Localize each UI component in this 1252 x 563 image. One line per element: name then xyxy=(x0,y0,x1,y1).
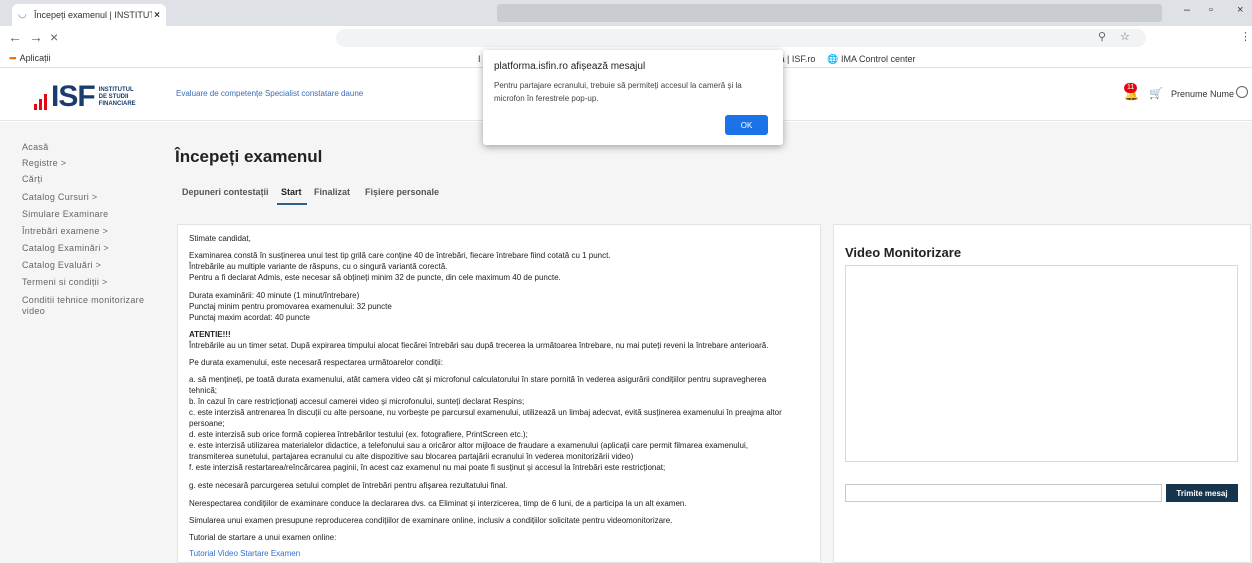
header-subtitle: Evaluare de competențe Specialist consta… xyxy=(176,89,364,98)
browser-tab[interactable]: ◡ Începeți examenul | INSTITUTUL × xyxy=(12,4,166,26)
back-arrow-icon[interactable]: ← xyxy=(8,29,22,45)
instructions-rule: a. să mențineți, pe toată durata examenu… xyxy=(189,375,767,384)
tab-depuneri-contestatii[interactable]: Depuneri contestații xyxy=(182,187,269,203)
instructions-text: Durata examinării: 40 minute (1 minut/în… xyxy=(189,291,360,300)
instructions-text: Pe durata examenului, este necesară resp… xyxy=(189,358,443,367)
logo-bars-icon xyxy=(34,94,49,110)
user-name[interactable]: Prenume Nume xyxy=(1171,89,1234,99)
sidebar-item-catalog-examinari[interactable]: Catalog Examinări > xyxy=(22,243,109,253)
instructions-text: Întrebările au multiple variante de răsp… xyxy=(189,262,448,271)
logo-institution-name: INSTITUTUL DE STUDII FINANCIARE xyxy=(98,87,136,107)
sidebar-item-conditii-tehnice[interactable]: Conditii tehnice monitorizare xyxy=(22,295,144,305)
instructions-rule: transmiterea sunetului, partajarea ecran… xyxy=(189,452,634,461)
instructions-rule: e. este interzisă utilizarea materialelo… xyxy=(189,441,748,450)
video-monitoring-title: Video Monitorizare xyxy=(845,245,962,260)
address-bar[interactable] xyxy=(336,29,1146,47)
send-message-button[interactable]: Trimite mesaj xyxy=(1166,484,1238,502)
tab-strip-blank xyxy=(497,4,1162,22)
sidebar-item-catalog-cursuri[interactable]: Catalog Cursuri > xyxy=(22,192,97,202)
browser-menu-icon[interactable]: ⋮ xyxy=(1240,30,1251,43)
instructions-text: Punctaj minim pentru promovarea examenul… xyxy=(189,302,392,311)
instructions-text: Examinarea constă în susținerea unui tes… xyxy=(189,251,611,260)
window-close-button[interactable]: × xyxy=(1237,4,1243,16)
bookmark-item[interactable]: I xyxy=(478,54,481,64)
stop-loading-icon[interactable]: × xyxy=(50,29,58,45)
isf-logo[interactable]: ISF INSTITUTUL DE STUDII FINANCIARE xyxy=(34,80,136,113)
tab-start[interactable]: Start xyxy=(281,187,302,203)
active-tab-indicator xyxy=(277,203,307,205)
tab-finalizat[interactable]: Finalizat xyxy=(314,187,350,203)
sidebar-item-catalog-evaluari[interactable]: Catalog Evaluări > xyxy=(22,260,101,270)
message-input[interactable] xyxy=(845,484,1162,502)
tab-fisiere-personale[interactable]: Fișiere personale xyxy=(365,187,439,203)
sidebar-item-simulare-examinare[interactable]: Simulare Examinare xyxy=(22,209,108,219)
sidebar-item-intrebari-examene[interactable]: Întrebări examene > xyxy=(22,226,108,236)
dialog-title: platforma.isfin.ro afișează mesajul xyxy=(494,61,646,72)
logo-text: ISF xyxy=(51,80,96,113)
cart-icon[interactable]: 🛒 xyxy=(1149,87,1163,100)
tab-title: Începeți examenul | INSTITUTUL xyxy=(34,10,153,20)
sidebar-item-registre[interactable]: Registre > xyxy=(22,158,66,168)
zoom-icon[interactable]: ⚲ xyxy=(1098,30,1106,43)
browser-toolbar: ← → × ⚲ ☆ ⋮ xyxy=(0,26,1252,50)
instructions-rule: f. este interzisă restartarea/reîncărcar… xyxy=(189,463,666,472)
site-favicon-icon: ◡ xyxy=(18,9,27,20)
instructions-rule: tehnică; xyxy=(189,386,218,395)
instructions-rule: b. în cazul în care restricționați acces… xyxy=(189,397,525,406)
instructions-text: Tutorial de startare a unui examen onlin… xyxy=(189,533,337,542)
user-account-icon[interactable] xyxy=(1236,86,1248,98)
notification-badge: 11 xyxy=(1124,83,1138,93)
browser-alert-dialog: platforma.isfin.ro afișează mesajul Pent… xyxy=(483,50,783,145)
instructions-rule: g. este necesară parcurgerea setului com… xyxy=(189,481,508,490)
sidebar-item-termeni-conditii[interactable]: Termeni si condiții > xyxy=(22,277,108,287)
sidebar-item-acasa[interactable]: Acasă xyxy=(22,142,49,152)
sidebar-item-conditii-tehnice-cont[interactable]: video xyxy=(22,306,45,316)
sidebar-item-carti[interactable]: Cărți xyxy=(22,174,43,184)
instructions-text: Întrebările au un timer setat. După expi… xyxy=(189,341,769,350)
bookmark-star-icon[interactable]: ☆ xyxy=(1120,30,1130,43)
window-maximize-button[interactable]: ▫ xyxy=(1209,4,1213,16)
instructions-rule: d. este interzisă sub orice formă copier… xyxy=(189,430,528,439)
instructions-text: Simularea unui examen presupune reproduc… xyxy=(189,516,673,525)
instructions-greeting: Stimate candidat, xyxy=(189,234,251,243)
apps-grid-icon: ▪▪▪ xyxy=(9,53,17,63)
tutorial-video-link[interactable]: Tutorial Video Startare Examen xyxy=(189,549,300,559)
page-title: Începeți examenul xyxy=(175,147,323,166)
forward-arrow-icon[interactable]: → xyxy=(29,29,43,45)
apps-bookmark[interactable]: ▪▪▪ Aplicații xyxy=(9,53,51,63)
tab-close-icon[interactable]: × xyxy=(154,10,160,21)
instructions-text: Nerespectarea condițiilor de examinare c… xyxy=(189,499,687,508)
instructions-text: Pentru a fi declarat Admis, este necesar… xyxy=(189,273,561,282)
dialog-message: microfon în ferestrele pop-up. xyxy=(494,94,599,103)
browser-tabbar: ◡ Începeți examenul | INSTITUTUL × – ▫ × xyxy=(0,0,1252,26)
globe-icon: 🌐 xyxy=(827,54,839,64)
video-preview xyxy=(845,265,1238,462)
dialog-ok-button[interactable]: OK xyxy=(725,115,768,135)
instructions-warning-heading: ATENTIE!!! xyxy=(189,330,231,339)
window-minimize-button[interactable]: – xyxy=(1184,4,1190,16)
instructions-text: Punctaj maxim acordat: 40 puncte xyxy=(189,313,310,322)
instructions-rule: persoane; xyxy=(189,419,225,428)
dialog-message: Pentru partajare ecranului, trebuie să p… xyxy=(494,81,742,90)
instructions-rule: c. este interzisă antrenarea în discuții… xyxy=(189,408,782,417)
bookmark-ima-control-center[interactable]: IMA Control center xyxy=(841,54,916,64)
apps-label: Aplicații xyxy=(19,53,51,63)
